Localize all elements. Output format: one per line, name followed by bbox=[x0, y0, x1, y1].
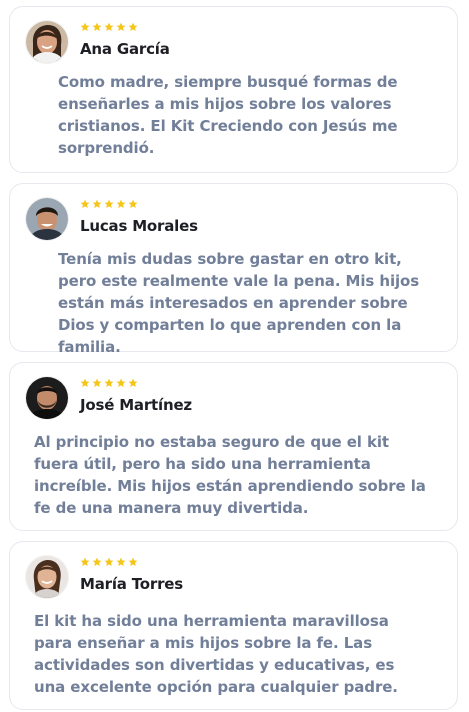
rating-stars bbox=[80, 22, 138, 32]
star-icon bbox=[128, 557, 138, 566]
review-text: El kit ha sido una herramienta maravillo… bbox=[34, 612, 398, 696]
review-text: Tenía mis dudas sobre gastar en otro kit… bbox=[58, 250, 420, 356]
rating-stars bbox=[80, 557, 138, 567]
star-icon bbox=[80, 557, 90, 566]
avatar bbox=[26, 21, 68, 63]
star-icon bbox=[104, 378, 114, 387]
star-icon bbox=[80, 22, 90, 31]
star-icon bbox=[92, 22, 102, 31]
reviewer-name: Lucas Morales bbox=[80, 217, 198, 235]
star-icon bbox=[116, 22, 126, 31]
star-icon bbox=[128, 22, 138, 31]
reviewer-name: María Torres bbox=[80, 575, 183, 593]
review-card: José Martínez Al principio no estaba seg… bbox=[9, 362, 458, 531]
star-icon bbox=[80, 378, 90, 387]
reviewer-name: José Martínez bbox=[80, 396, 192, 414]
reviewer-name: Ana García bbox=[80, 40, 170, 58]
star-icon bbox=[116, 557, 126, 566]
review-text: Al principio no estaba seguro de que el … bbox=[34, 433, 426, 517]
review-card: Ana García Como madre, siempre busqué fo… bbox=[9, 6, 458, 173]
star-icon bbox=[128, 199, 138, 208]
star-icon bbox=[128, 378, 138, 387]
star-icon bbox=[92, 378, 102, 387]
star-icon bbox=[116, 378, 126, 387]
star-icon bbox=[104, 22, 114, 31]
avatar bbox=[26, 198, 68, 240]
avatar bbox=[26, 556, 68, 598]
avatar bbox=[26, 377, 68, 419]
star-icon bbox=[116, 199, 126, 208]
review-text: Como madre, siempre busqué formas de ens… bbox=[58, 73, 398, 157]
review-card: Lucas Morales Tenía mis dudas sobre gast… bbox=[9, 183, 458, 356]
star-icon bbox=[92, 199, 102, 208]
reviews-list: Ana García Como madre, siempre busqué fo… bbox=[0, 0, 469, 712]
star-icon bbox=[80, 199, 90, 208]
star-icon bbox=[104, 199, 114, 208]
review-card: María Torres El kit ha sido una herramie… bbox=[9, 541, 458, 710]
star-icon bbox=[104, 557, 114, 566]
star-icon bbox=[92, 557, 102, 566]
rating-stars bbox=[80, 378, 138, 388]
rating-stars bbox=[80, 199, 138, 209]
